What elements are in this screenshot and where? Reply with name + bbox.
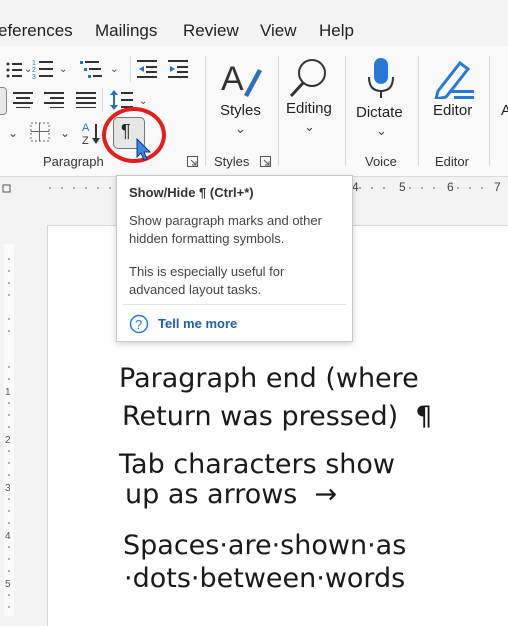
vertical-ruler-ticks: 1 2 3 4 5 bbox=[4, 244, 14, 616]
tab-references[interactable]: eferences bbox=[0, 21, 73, 41]
multilevel-list-icon[interactable] bbox=[80, 58, 102, 80]
svg-text:?: ? bbox=[135, 317, 142, 332]
tooltip-divider bbox=[123, 304, 346, 305]
dictate-button-label[interactable]: Dictate bbox=[356, 104, 403, 121]
doc-line-3: Tab characters show bbox=[119, 449, 396, 480]
group-label-editor: Editor bbox=[435, 154, 469, 169]
ruler-number: 6 bbox=[447, 180, 454, 194]
divider bbox=[418, 56, 419, 166]
divider bbox=[130, 56, 131, 82]
chevron-down-icon[interactable]: ⌄ bbox=[376, 123, 387, 139]
mouse-cursor-icon bbox=[136, 138, 152, 161]
justify-icon[interactable] bbox=[76, 92, 96, 108]
svg-text:Z: Z bbox=[82, 135, 89, 146]
tab-view[interactable]: View bbox=[260, 21, 297, 41]
chevron-down-icon[interactable]: ⌄ bbox=[139, 96, 147, 107]
tab-help[interactable]: Help bbox=[319, 21, 354, 41]
chevron-down-icon[interactable]: ⌄ bbox=[235, 121, 246, 137]
tab-mailings[interactable]: Mailings bbox=[95, 21, 157, 41]
svg-text:1: 1 bbox=[32, 60, 36, 67]
chevron-down-icon[interactable]: ⌄ bbox=[304, 119, 315, 135]
bullets-icon[interactable] bbox=[4, 61, 22, 79]
search-icon[interactable] bbox=[288, 57, 330, 99]
numbering-icon[interactable]: 1 2 3 bbox=[32, 58, 54, 80]
vertical-ruler[interactable]: 1 2 3 4 5 bbox=[0, 199, 18, 616]
svg-text:1: 1 bbox=[5, 387, 11, 398]
doc-line-2: Return was pressed) ¶ bbox=[122, 401, 433, 432]
tab-review[interactable]: Review bbox=[183, 21, 239, 41]
doc-line-1: Paragraph end (where bbox=[119, 363, 419, 394]
styles-button-label[interactable]: Styles bbox=[220, 102, 261, 119]
editing-button-label[interactable]: Editing bbox=[286, 100, 332, 117]
ribbon: ⌄ 1 2 3 ⌄ ⌄ ⌄ ⌄ ⌄ A Z ¶ Paragraph A Styl… bbox=[0, 46, 508, 177]
svg-text:2: 2 bbox=[32, 67, 36, 74]
divider bbox=[489, 56, 490, 166]
group-label-styles: Styles bbox=[214, 154, 250, 169]
divider bbox=[205, 56, 206, 166]
help-icon[interactable]: ? bbox=[129, 314, 149, 334]
tooltip-extra: This is especially useful for advanced l… bbox=[129, 264, 285, 297]
doc-line-4: up as arrows → bbox=[125, 479, 338, 510]
svg-text:2: 2 bbox=[5, 435, 11, 446]
editor-pen-icon[interactable] bbox=[432, 57, 476, 99]
highlight-circle bbox=[102, 107, 166, 163]
svg-text:A: A bbox=[221, 60, 244, 98]
borders-icon[interactable] bbox=[30, 122, 50, 142]
doc-line-5: Spaces·are·shown·as bbox=[123, 530, 407, 561]
chevron-down-icon[interactable]: ⌄ bbox=[8, 126, 18, 140]
ruler-number: 4 bbox=[352, 180, 359, 194]
tell-me-more-link[interactable]: Tell me more bbox=[158, 316, 237, 331]
dialog-launcher-icon[interactable] bbox=[187, 156, 198, 167]
svg-text:3: 3 bbox=[5, 483, 11, 494]
divider bbox=[345, 56, 346, 166]
editor-button-label[interactable]: Editor bbox=[433, 102, 472, 119]
tooltip-description: Show paragraph marks and other hidden fo… bbox=[129, 213, 322, 246]
group-label-voice: Voice bbox=[365, 154, 397, 169]
doc-line-6: ·dots·between·words bbox=[124, 563, 406, 594]
svg-text:4: 4 bbox=[5, 531, 11, 542]
ruler-number: 5 bbox=[399, 180, 406, 194]
microphone-icon[interactable] bbox=[366, 57, 396, 101]
dialog-launcher-icon[interactable] bbox=[260, 156, 271, 167]
group-label-paragraph: Paragraph bbox=[43, 154, 104, 169]
tooltip-title: Show/Hide ¶ (Ctrl+*) bbox=[129, 185, 254, 200]
ruler-number: 7 bbox=[494, 180, 501, 194]
chevron-down-icon[interactable]: ⌄ bbox=[110, 64, 118, 75]
chevron-down-icon[interactable]: ⌄ bbox=[59, 64, 67, 75]
show-hide-tooltip: Show/Hide ¶ (Ctrl+*) Show paragraph mark… bbox=[116, 175, 353, 342]
align-right-icon[interactable] bbox=[44, 92, 64, 108]
decrease-indent-icon[interactable] bbox=[137, 59, 159, 79]
svg-text:3: 3 bbox=[32, 74, 36, 80]
divider bbox=[102, 88, 103, 112]
increase-indent-icon[interactable] bbox=[168, 59, 190, 79]
svg-text:A: A bbox=[82, 122, 90, 134]
chevron-down-icon[interactable]: ⌄ bbox=[60, 126, 70, 140]
sort-icon[interactable]: A Z bbox=[82, 120, 102, 146]
align-center-icon[interactable] bbox=[13, 92, 33, 108]
next-group-partial: A bbox=[501, 102, 508, 119]
styles-icon[interactable]: A bbox=[220, 57, 262, 99]
divider bbox=[278, 56, 279, 166]
svg-text:5: 5 bbox=[5, 579, 11, 590]
ribbon-tab-bar: eferences Mailings Review View Help bbox=[0, 0, 508, 46]
align-left-button[interactable] bbox=[0, 87, 7, 115]
